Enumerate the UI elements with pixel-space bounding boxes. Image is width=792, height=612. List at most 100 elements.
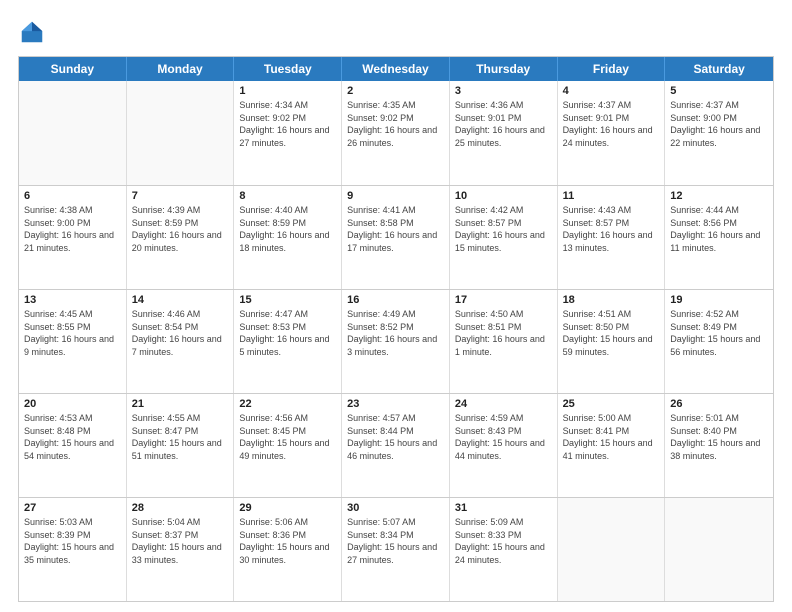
calendar-week: 6 Sunrise: 4:38 AM Sunset: 9:00 PM Daylig…: [19, 185, 773, 289]
day-info: Sunrise: 4:37 AM Sunset: 9:00 PM Dayligh…: [670, 99, 768, 149]
calendar-day: 24 Sunrise: 4:59 AM Sunset: 8:43 PM Dayli…: [450, 394, 558, 497]
calendar-day: 7 Sunrise: 4:39 AM Sunset: 8:59 PM Daylig…: [127, 186, 235, 289]
day-info: Sunrise: 4:42 AM Sunset: 8:57 PM Dayligh…: [455, 204, 552, 254]
calendar-day: 23Sunrise: 4:57 AM Sunset: 8:44 PM Dayli…: [342, 394, 450, 497]
day-info: Sunrise: 5:04 AM Sunset: 8:37 PM Dayligh…: [132, 516, 229, 566]
calendar-day: 16 Sunrise: 4:49 AM Sunset: 8:52 PM Dayli…: [342, 290, 450, 393]
day-number: 16: [347, 294, 444, 306]
weekday-header: Wednesday: [342, 57, 450, 81]
calendar-day: 1 Sunrise: 4:34 AM Sunset: 9:02 PM Daylig…: [234, 81, 342, 185]
day-number: 28: [132, 502, 229, 514]
day-number: 30: [347, 502, 444, 514]
calendar-day: 3Sunrise: 4:36 AM Sunset: 9:01 PM Daylig…: [450, 81, 558, 185]
calendar-day: 5 Sunrise: 4:37 AM Sunset: 9:00 PM Daylig…: [665, 81, 773, 185]
day-info: Sunrise: 4:53 AM Sunset: 8:48 PM Dayligh…: [24, 412, 121, 462]
day-number: 31: [455, 502, 552, 514]
calendar-day: 14 Sunrise: 4:46 AM Sunset: 8:54 PM Dayli…: [127, 290, 235, 393]
day-number: 24: [455, 398, 552, 410]
day-info: Sunrise: 5:00 AM Sunset: 8:41 PM Dayligh…: [563, 412, 660, 462]
day-number: 4: [563, 85, 660, 97]
calendar-header: SundayMondayTuesdayWednesdayThursdayFrid…: [19, 57, 773, 81]
day-number: 1: [239, 85, 336, 97]
calendar-day: 26 Sunrise: 5:01 AM Sunset: 8:40 PM Dayli…: [665, 394, 773, 497]
calendar-week: 20 Sunrise: 4:53 AM Sunset: 8:48 PM Dayli…: [19, 393, 773, 497]
day-info: Sunrise: 4:59 AM Sunset: 8:43 PM Dayligh…: [455, 412, 552, 462]
day-number: 9: [347, 190, 444, 202]
day-info: Sunrise: 4:34 AM Sunset: 9:02 PM Dayligh…: [239, 99, 336, 149]
day-number: 18: [563, 294, 660, 306]
calendar-day: 10 Sunrise: 4:42 AM Sunset: 8:57 PM Dayli…: [450, 186, 558, 289]
day-info: Sunrise: 4:52 AM Sunset: 8:49 PM Dayligh…: [670, 308, 768, 358]
calendar-day: 30 Sunrise: 5:07 AM Sunset: 8:34 PM Dayli…: [342, 498, 450, 601]
day-info: Sunrise: 4:43 AM Sunset: 8:57 PM Dayligh…: [563, 204, 660, 254]
calendar-day: 8Sunrise: 4:40 AM Sunset: 8:59 PM Daylig…: [234, 186, 342, 289]
calendar-day: 2 Sunrise: 4:35 AM Sunset: 9:02 PM Daylig…: [342, 81, 450, 185]
weekday-header: Friday: [558, 57, 666, 81]
day-info: Sunrise: 4:50 AM Sunset: 8:51 PM Dayligh…: [455, 308, 552, 358]
calendar-day: 27Sunrise: 5:03 AM Sunset: 8:39 PM Dayli…: [19, 498, 127, 601]
day-number: 8: [239, 190, 336, 202]
day-number: 25: [563, 398, 660, 410]
day-number: 7: [132, 190, 229, 202]
calendar-day: 4 Sunrise: 4:37 AM Sunset: 9:01 PM Daylig…: [558, 81, 666, 185]
calendar-week: 1 Sunrise: 4:34 AM Sunset: 9:02 PM Daylig…: [19, 81, 773, 185]
day-info: Sunrise: 4:45 AM Sunset: 8:55 PM Dayligh…: [24, 308, 121, 358]
day-info: Sunrise: 4:41 AM Sunset: 8:58 PM Dayligh…: [347, 204, 444, 254]
day-number: 26: [670, 398, 768, 410]
day-number: 6: [24, 190, 121, 202]
day-info: Sunrise: 4:51 AM Sunset: 8:50 PM Dayligh…: [563, 308, 660, 358]
calendar-day: 25 Sunrise: 5:00 AM Sunset: 8:41 PM Dayli…: [558, 394, 666, 497]
calendar-day: 20 Sunrise: 4:53 AM Sunset: 8:48 PM Dayli…: [19, 394, 127, 497]
day-number: 22: [239, 398, 336, 410]
calendar-day: 13 Sunrise: 4:45 AM Sunset: 8:55 PM Dayli…: [19, 290, 127, 393]
day-number: 13: [24, 294, 121, 306]
day-info: Sunrise: 4:49 AM Sunset: 8:52 PM Dayligh…: [347, 308, 444, 358]
day-info: Sunrise: 4:37 AM Sunset: 9:01 PM Dayligh…: [563, 99, 660, 149]
calendar-day: 22 Sunrise: 4:56 AM Sunset: 8:45 PM Dayli…: [234, 394, 342, 497]
calendar-body: 1 Sunrise: 4:34 AM Sunset: 9:02 PM Daylig…: [19, 81, 773, 601]
calendar-week: 13 Sunrise: 4:45 AM Sunset: 8:55 PM Dayli…: [19, 289, 773, 393]
header: [18, 18, 774, 46]
calendar-day: 6 Sunrise: 4:38 AM Sunset: 9:00 PM Daylig…: [19, 186, 127, 289]
calendar-day: 21 Sunrise: 4:55 AM Sunset: 8:47 PM Dayli…: [127, 394, 235, 497]
day-number: 29: [239, 502, 336, 514]
day-info: Sunrise: 4:55 AM Sunset: 8:47 PM Dayligh…: [132, 412, 229, 462]
weekday-header: Monday: [127, 57, 235, 81]
day-info: Sunrise: 5:01 AM Sunset: 8:40 PM Dayligh…: [670, 412, 768, 462]
day-number: 5: [670, 85, 768, 97]
calendar-day: 29Sunrise: 5:06 AM Sunset: 8:36 PM Dayli…: [234, 498, 342, 601]
empty-cell: [127, 81, 235, 185]
day-info: Sunrise: 4:39 AM Sunset: 8:59 PM Dayligh…: [132, 204, 229, 254]
day-number: 2: [347, 85, 444, 97]
calendar-day: 11 Sunrise: 4:43 AM Sunset: 8:57 PM Dayli…: [558, 186, 666, 289]
day-info: Sunrise: 4:56 AM Sunset: 8:45 PM Dayligh…: [239, 412, 336, 462]
day-number: 20: [24, 398, 121, 410]
calendar-day: 19Sunrise: 4:52 AM Sunset: 8:49 PM Dayli…: [665, 290, 773, 393]
calendar-day: 9 Sunrise: 4:41 AM Sunset: 8:58 PM Daylig…: [342, 186, 450, 289]
calendar-day: 15Sunrise: 4:47 AM Sunset: 8:53 PM Dayli…: [234, 290, 342, 393]
weekday-header: Sunday: [19, 57, 127, 81]
day-info: Sunrise: 4:35 AM Sunset: 9:02 PM Dayligh…: [347, 99, 444, 149]
day-info: Sunrise: 4:36 AM Sunset: 9:01 PM Dayligh…: [455, 99, 552, 149]
day-number: 15: [239, 294, 336, 306]
day-info: Sunrise: 4:38 AM Sunset: 9:00 PM Dayligh…: [24, 204, 121, 254]
calendar-day: 12Sunrise: 4:44 AM Sunset: 8:56 PM Dayli…: [665, 186, 773, 289]
day-info: Sunrise: 4:46 AM Sunset: 8:54 PM Dayligh…: [132, 308, 229, 358]
calendar: SundayMondayTuesdayWednesdayThursdayFrid…: [18, 56, 774, 602]
calendar-week: 27Sunrise: 5:03 AM Sunset: 8:39 PM Dayli…: [19, 497, 773, 601]
empty-cell: [19, 81, 127, 185]
logo: [18, 18, 50, 46]
calendar-day: 28 Sunrise: 5:04 AM Sunset: 8:37 PM Dayli…: [127, 498, 235, 601]
day-number: 27: [24, 502, 121, 514]
day-number: 14: [132, 294, 229, 306]
weekday-header: Tuesday: [234, 57, 342, 81]
logo-icon: [18, 18, 46, 46]
day-number: 21: [132, 398, 229, 410]
day-info: Sunrise: 4:44 AM Sunset: 8:56 PM Dayligh…: [670, 204, 768, 254]
day-number: 11: [563, 190, 660, 202]
weekday-header: Thursday: [450, 57, 558, 81]
day-info: Sunrise: 5:07 AM Sunset: 8:34 PM Dayligh…: [347, 516, 444, 566]
weekday-header: Saturday: [665, 57, 773, 81]
day-number: 10: [455, 190, 552, 202]
calendar-day: 17Sunrise: 4:50 AM Sunset: 8:51 PM Dayli…: [450, 290, 558, 393]
